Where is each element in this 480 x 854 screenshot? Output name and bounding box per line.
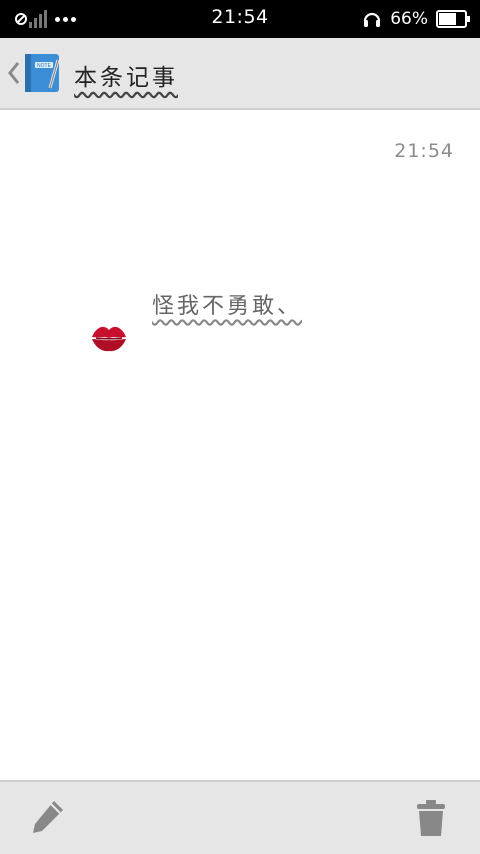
svg-text:NOTE: NOTE xyxy=(37,63,52,69)
bottom-toolbar xyxy=(0,780,480,854)
notebook-icon[interactable]: NOTE xyxy=(22,52,64,94)
app-header: NOTE 本条记事 xyxy=(0,38,480,110)
status-bar: 21:54 66% xyxy=(0,0,480,38)
edit-pencil-icon[interactable] xyxy=(30,798,66,836)
note-content[interactable]: 21:54 怪我不勇敢、 xyxy=(0,112,480,780)
battery-percent: 66% xyxy=(390,9,428,29)
note-text[interactable]: 怪我不勇敢、 xyxy=(152,288,302,320)
headset-icon xyxy=(364,12,381,27)
page-title: 本条记事 xyxy=(74,65,178,91)
status-right: 66% xyxy=(362,7,470,31)
delete-trash-icon[interactable] xyxy=(414,798,448,838)
battery-icon xyxy=(436,10,470,28)
kiss-lips-icon xyxy=(92,326,126,352)
note-timestamp: 21:54 xyxy=(394,140,454,162)
back-chevron-icon[interactable] xyxy=(4,58,22,88)
